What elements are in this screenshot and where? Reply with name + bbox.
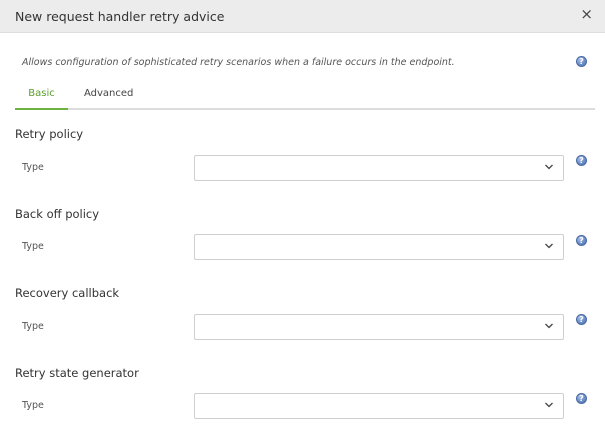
section-title-recovery-callback: Recovery callback [15, 286, 120, 300]
tab-bar: Basic Advanced [15, 84, 595, 110]
dialog: New request handler retry advice × Allow… [0, 0, 605, 436]
chevron-down-icon [545, 243, 553, 249]
back-off-policy-type-select[interactable] [194, 234, 564, 260]
close-icon[interactable]: × [580, 6, 593, 22]
dialog-title: New request handler retry advice [15, 9, 225, 24]
help-icon[interactable]: ? [576, 314, 587, 325]
chevron-down-icon [545, 323, 553, 329]
field-label-recovery-callback-type: Type [22, 321, 44, 332]
recovery-callback-type-select[interactable] [194, 314, 564, 340]
field-label-back-off-policy-type: Type [22, 241, 44, 252]
chevron-down-icon [545, 164, 553, 170]
help-icon[interactable]: ? [576, 235, 587, 246]
section-title-retry-state-generator: Retry state generator [15, 366, 139, 380]
chevron-down-icon [545, 402, 553, 408]
field-label-retry-state-generator-type: Type [22, 400, 44, 411]
tab-advanced[interactable]: Advanced [84, 88, 133, 105]
retry-policy-type-select[interactable] [194, 155, 564, 181]
help-icon[interactable]: ? [576, 56, 587, 67]
help-icon[interactable]: ? [576, 155, 587, 166]
section-title-back-off-policy: Back off policy [15, 207, 100, 221]
retry-state-generator-type-select[interactable] [194, 393, 564, 419]
field-label-retry-policy-type: Type [22, 162, 44, 173]
help-icon[interactable]: ? [576, 393, 587, 404]
section-title-retry-policy: Retry policy [15, 127, 84, 141]
dialog-header: New request handler retry advice × [0, 0, 605, 33]
tab-basic[interactable]: Basic [15, 88, 68, 110]
dialog-description: Allows configuration of sophisticated re… [22, 57, 455, 68]
